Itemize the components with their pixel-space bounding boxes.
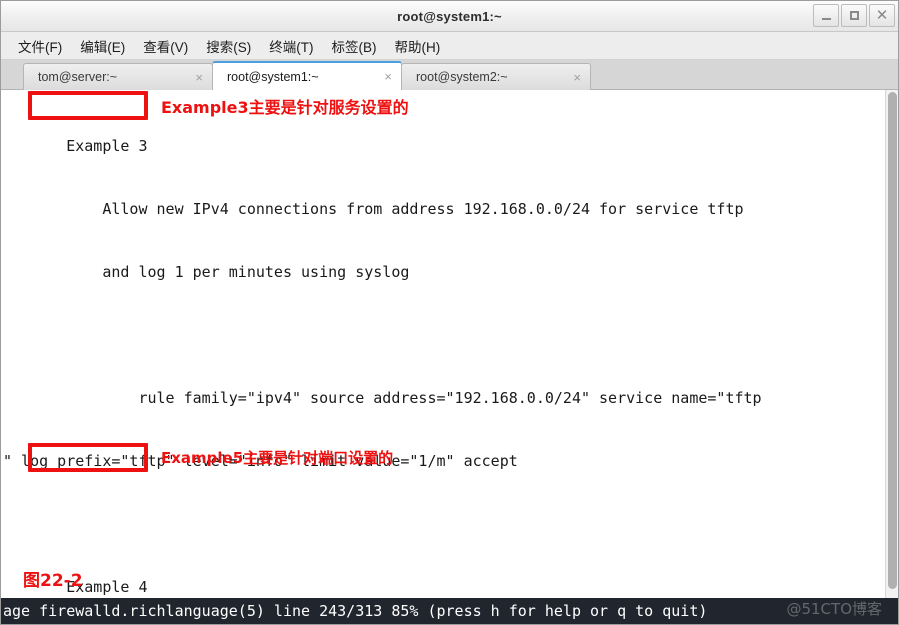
menu-bar: 文件(F) 编辑(E) 查看(V) 搜索(S) 终端(T) 标签(B) 帮助(H…	[1, 32, 898, 60]
menu-item-tabs[interactable]: 标签(B)	[323, 33, 386, 59]
tab-label: root@system2:~	[416, 70, 508, 84]
title-bar: root@system1:~ ✕	[1, 1, 898, 32]
tab-close-icon[interactable]: ×	[192, 70, 206, 85]
menu-item-terminal[interactable]: 终端(T)	[260, 33, 322, 59]
menu-item-view[interactable]: 查看(V)	[134, 33, 197, 59]
tab-label: root@system1:~	[227, 69, 319, 84]
tab-bar: tom@server:~ × root@system1:~ × root@sys…	[1, 60, 898, 90]
close-button[interactable]: ✕	[869, 4, 895, 27]
annotation-note-example3: Example3主要是针对服务设置的	[161, 98, 409, 117]
watermark: @51CTO博客	[786, 600, 882, 618]
window-controls: ✕	[811, 4, 895, 27]
scrollbar-thumb[interactable]	[888, 92, 897, 589]
menu-item-file[interactable]: 文件(F)	[9, 33, 71, 59]
figure-caption: 图22-2	[23, 571, 83, 591]
maximize-icon	[849, 11, 859, 20]
minimize-icon	[821, 18, 831, 20]
menu-item-search[interactable]: 搜索(S)	[197, 33, 260, 59]
menu-item-edit[interactable]: 编辑(E)	[71, 33, 134, 59]
terminal-text: Example 3 Allow new IPv4 connections fro…	[1, 90, 898, 598]
terminal-line: " log prefix="tftp" level="info" limit v…	[3, 452, 518, 470]
status-bar: age firewalld.richlanguage(5) line 243/3…	[1, 598, 898, 624]
terminal-line: and log 1 per minutes using syslog	[3, 263, 410, 281]
close-icon: ✕	[875, 7, 889, 24]
terminal-window: root@system1:~ ✕ 文件(F) 编辑(E) 查看(V) 搜索(S)…	[0, 0, 899, 625]
tab-label: tom@server:~	[38, 70, 118, 84]
minimize-button[interactable]	[813, 4, 839, 27]
tab-close-icon[interactable]: ×	[570, 70, 584, 85]
maximize-button[interactable]	[841, 4, 867, 27]
terminal-line: Example 3	[3, 137, 148, 155]
window-title: root@system1:~	[397, 8, 502, 24]
tab-root-system2[interactable]: root@system2:~ ×	[401, 63, 591, 90]
tab-root-system1[interactable]: root@system1:~ ×	[212, 61, 402, 90]
annotation-note-example5: Example5主要是针对端口设置的	[161, 449, 394, 467]
menu-item-help[interactable]: 帮助(H)	[386, 33, 450, 59]
terminal-line: Example 4	[3, 578, 148, 596]
status-bar-text: age firewalld.richlanguage(5) line 243/3…	[3, 602, 708, 620]
terminal-line: Allow new IPv4 connections from address …	[3, 200, 744, 218]
terminal-line: rule family="ipv4" source address="192.1…	[3, 389, 762, 407]
tab-close-icon[interactable]: ×	[381, 69, 395, 84]
terminal-content[interactable]: Example 3 Allow new IPv4 connections fro…	[1, 90, 898, 598]
tab-tom-server[interactable]: tom@server:~ ×	[23, 63, 213, 90]
vertical-scrollbar[interactable]	[885, 90, 898, 598]
